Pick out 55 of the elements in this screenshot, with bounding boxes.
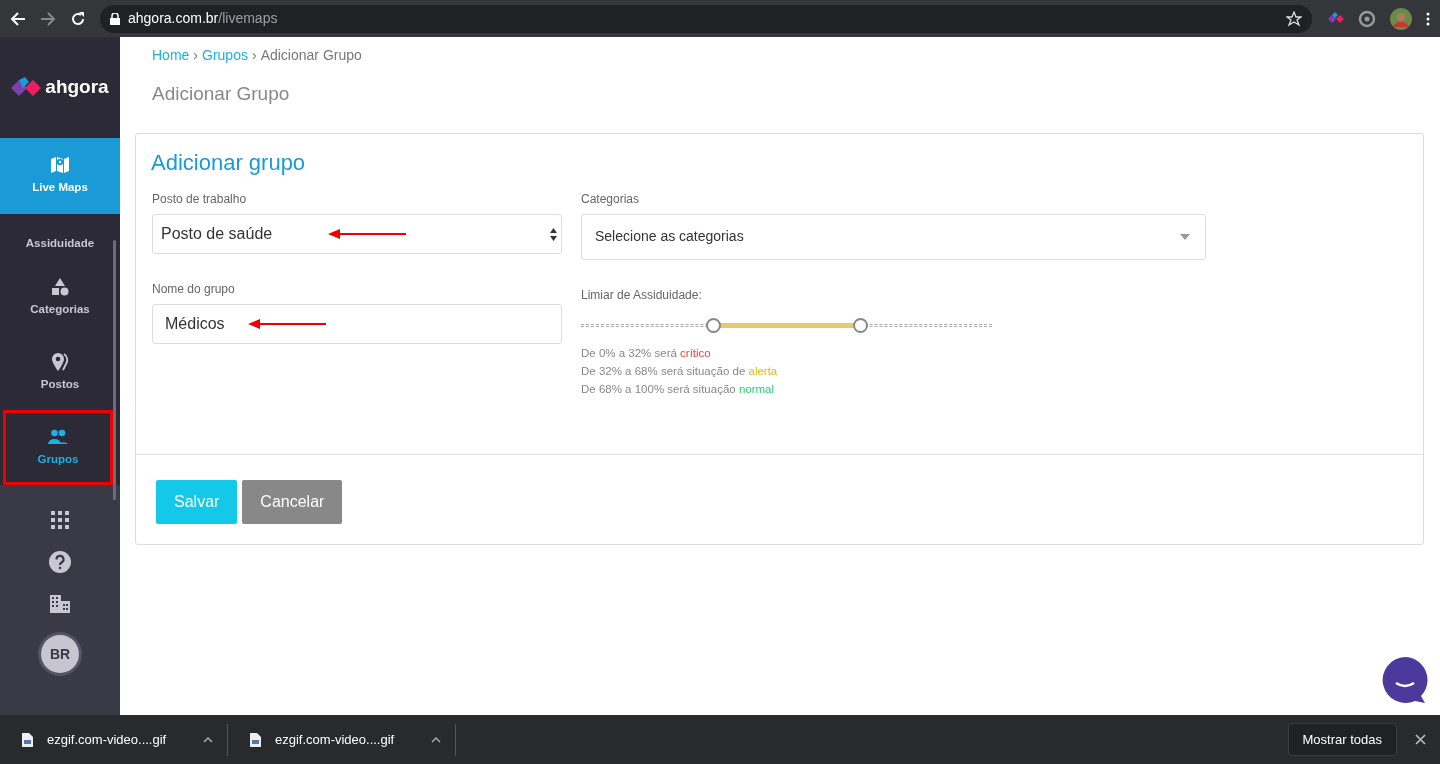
show-all-button[interactable]: Mostrar todas xyxy=(1287,722,1397,757)
sidebar-item[interactable]: Postos xyxy=(0,335,120,410)
file-icon xyxy=(250,732,261,747)
caret-icon xyxy=(1180,233,1190,240)
download-filename[interactable]: ezgif.com-video....gif xyxy=(47,729,167,750)
breadcrumb-separator: › xyxy=(251,47,257,63)
forward-icon[interactable] xyxy=(40,10,56,27)
breadcrumb-separator: › xyxy=(193,47,199,63)
pin-icon xyxy=(50,351,70,372)
file-icon xyxy=(22,732,33,747)
slider-thumb[interactable] xyxy=(705,317,721,333)
select-field[interactable]: Posto de saúde xyxy=(152,213,562,254)
help-icon[interactable] xyxy=(49,551,71,573)
sort-caret-icon xyxy=(550,227,557,241)
field-label: Posto de trabalho xyxy=(152,190,248,208)
field-label: Categorias xyxy=(581,190,641,208)
download-filename[interactable]: ezgif.com-video....gif xyxy=(275,729,395,750)
scrollbar[interactable] xyxy=(113,240,116,500)
extension-icon[interactable] xyxy=(1326,11,1344,26)
building-icon[interactable] xyxy=(50,595,70,613)
field-label: Limiar de Assiduidade: xyxy=(581,286,703,304)
reload-icon[interactable] xyxy=(70,10,86,27)
slider-thumb[interactable] xyxy=(853,317,869,333)
logo-text: ahgora xyxy=(45,75,109,100)
map-icon xyxy=(50,155,70,176)
profile-avatar[interactable] xyxy=(1390,7,1412,30)
sidebar-item[interactable]: Grupos xyxy=(3,410,113,485)
chevron-up-icon[interactable] xyxy=(203,736,213,743)
legend-text: De 0% a 32% será crítico xyxy=(581,345,712,361)
page-title: Adicionar Grupo xyxy=(151,82,291,106)
chevron-up-icon[interactable] xyxy=(431,736,441,743)
address-bar[interactable]: ahgora.com.br/livemaps xyxy=(100,4,1312,33)
star-icon[interactable] xyxy=(1286,10,1302,27)
user-avatar[interactable]: BR xyxy=(41,635,79,673)
cancel-button[interactable]: Cancelar xyxy=(242,479,343,524)
menu-icon[interactable] xyxy=(1426,11,1430,26)
sidebar-item[interactable]: Assiduidade xyxy=(0,214,120,260)
lock-icon xyxy=(110,12,120,25)
breadcrumb-current: Adicionar Grupo xyxy=(260,47,362,63)
close-icon[interactable] xyxy=(1415,734,1426,745)
chat-icon[interactable] xyxy=(1382,657,1428,703)
url-text: ahgora.com.br/livemaps xyxy=(128,9,278,28)
apps-grid-icon[interactable] xyxy=(51,511,69,529)
back-icon[interactable] xyxy=(10,10,26,27)
logo-icon xyxy=(11,76,42,99)
legend-text: De 68% a 100% será situação normal xyxy=(581,381,776,397)
range-slider[interactable] xyxy=(581,317,992,332)
dropdown-field[interactable]: Selecione as categorias xyxy=(581,213,1206,260)
field-label: Nome do grupo xyxy=(152,280,236,298)
card-title: Adicionar grupo xyxy=(150,148,307,177)
extension-icon[interactable] xyxy=(1358,9,1376,28)
sidebar-item[interactable]: Categorias xyxy=(0,260,120,335)
input-field[interactable]: Médicos xyxy=(152,303,562,344)
shapes-icon xyxy=(50,276,70,297)
legend-text: De 32% a 68% será situação de alerta xyxy=(581,363,779,379)
